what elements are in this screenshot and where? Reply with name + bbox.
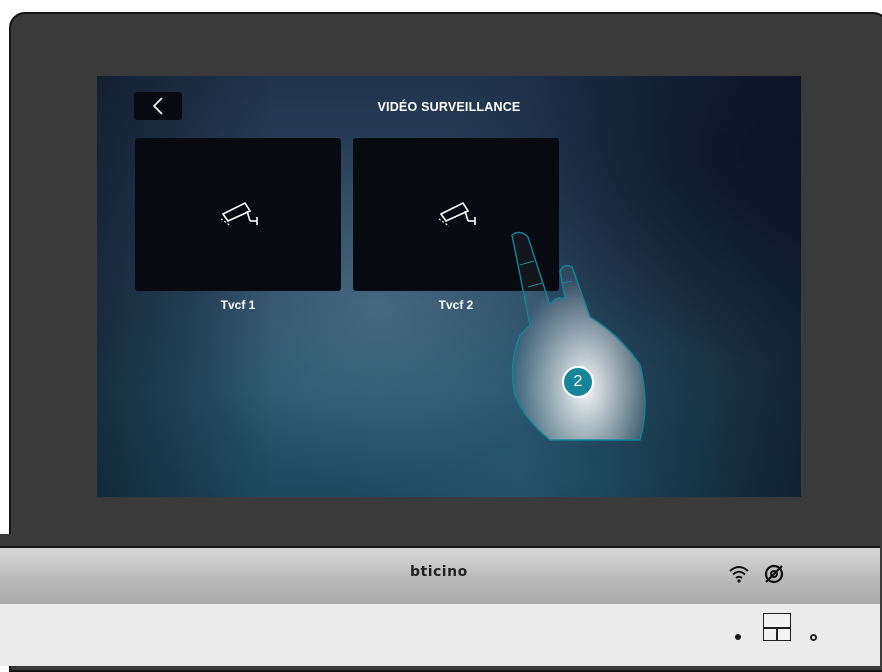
touch-screen: VIDÉO SURVEILLANCE Tvcf 1 Tvcf 2 xyxy=(97,76,801,497)
security-camera-icon xyxy=(220,201,258,226)
step-badge: 2 xyxy=(562,366,594,398)
camera-label-1[interactable]: Tvcf 1 xyxy=(135,298,341,312)
home-button[interactable] xyxy=(763,613,791,641)
camera-tile-1[interactable] xyxy=(135,138,341,291)
status-led xyxy=(735,634,741,640)
screen-title: VIDÉO SURVEILLANCE xyxy=(377,100,521,114)
lower-panel xyxy=(0,604,880,666)
security-camera-icon xyxy=(438,201,476,226)
wifi-icon xyxy=(729,566,749,583)
status-led-ring xyxy=(810,634,817,641)
brand-logo: bticino xyxy=(410,564,468,580)
pointing-hand xyxy=(511,231,646,441)
no-answering-machine-icon xyxy=(764,564,784,584)
